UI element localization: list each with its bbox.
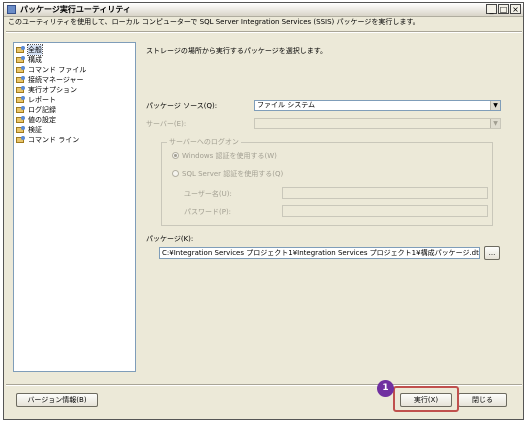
maximize-button[interactable]: □	[498, 4, 509, 14]
nav-item-connection-managers[interactable]: 接続マネージャー	[16, 75, 84, 85]
package-path-input[interactable]: C:¥Integration Services プロジェクト1¥Integrat…	[159, 247, 480, 259]
password-field[interactable]	[282, 205, 488, 217]
chevron-down-icon: ▼	[490, 119, 500, 128]
top-divider	[6, 31, 522, 32]
app-icon	[7, 5, 16, 14]
chevron-down-icon: ▼	[490, 101, 500, 110]
execute-highlight-box	[393, 386, 459, 412]
package-label: パッケージ(K):	[146, 235, 194, 243]
step-badge: 1	[377, 380, 394, 397]
page-prompt: ストレージの場所から実行するパッケージを選択します。	[146, 47, 328, 55]
server-select[interactable]: ▼	[254, 118, 501, 129]
nav-item-verification[interactable]: 検証	[16, 125, 42, 135]
nav-item-set-values[interactable]: 値の設定	[16, 115, 56, 125]
bottom-divider	[6, 384, 522, 385]
title-bar[interactable]: パッケージ実行ユーティリティ _ □ ×	[4, 3, 523, 17]
nav-item-command-files[interactable]: コマンド ファイル	[16, 65, 86, 75]
username-label: ユーザー名(U):	[184, 190, 232, 198]
package-source-label: パッケージ ソース(Q):	[146, 102, 218, 110]
page-icon	[16, 116, 26, 124]
page-icon	[16, 66, 26, 74]
sql-auth-radio[interactable]	[172, 170, 179, 177]
page-icon	[16, 46, 26, 54]
version-info-button[interactable]: バージョン情報(B)	[16, 393, 98, 407]
nav-item-logging[interactable]: ログ記録	[16, 105, 56, 115]
minimize-button[interactable]: _	[486, 4, 497, 14]
browse-package-button[interactable]: ...	[484, 246, 500, 260]
page-icon	[16, 96, 26, 104]
nav-item-execution-options[interactable]: 実行オプション	[16, 85, 77, 95]
page-navigation-list[interactable]: 全般 構成 コマンド ファイル 接続マネージャー 実行オプション レポート ログ…	[13, 42, 136, 372]
nav-item-reporting[interactable]: レポート	[16, 95, 56, 105]
nav-item-command-line[interactable]: コマンド ライン	[16, 135, 79, 145]
nav-item-general[interactable]: 全般	[16, 44, 43, 56]
page-icon	[16, 106, 26, 114]
page-icon	[16, 126, 26, 134]
window-title: パッケージ実行ユーティリティ	[20, 5, 131, 14]
close-window-button[interactable]: ×	[510, 4, 521, 14]
sql-auth-label: SQL Server 認証を使用する(Q)	[182, 170, 284, 178]
page-icon	[16, 86, 26, 94]
password-label: パスワード(P):	[184, 208, 232, 216]
page-icon	[16, 56, 26, 64]
utility-description: このユーティリティを使用して、ローカル コンピューターで SQL Server …	[8, 18, 420, 26]
logon-group-title: サーバーへのログオン	[167, 137, 241, 147]
username-field[interactable]	[282, 187, 488, 199]
package-source-select[interactable]: ファイル システム ▼	[254, 100, 501, 111]
close-button[interactable]: 閉じる	[458, 393, 507, 407]
page-icon	[16, 76, 26, 84]
server-label: サーバー(E):	[146, 120, 187, 128]
windows-auth-label: Windows 認証を使用する(W)	[182, 152, 277, 160]
page-icon	[16, 136, 26, 144]
windows-auth-radio[interactable]	[172, 152, 179, 159]
nav-item-configurations[interactable]: 構成	[16, 55, 42, 65]
